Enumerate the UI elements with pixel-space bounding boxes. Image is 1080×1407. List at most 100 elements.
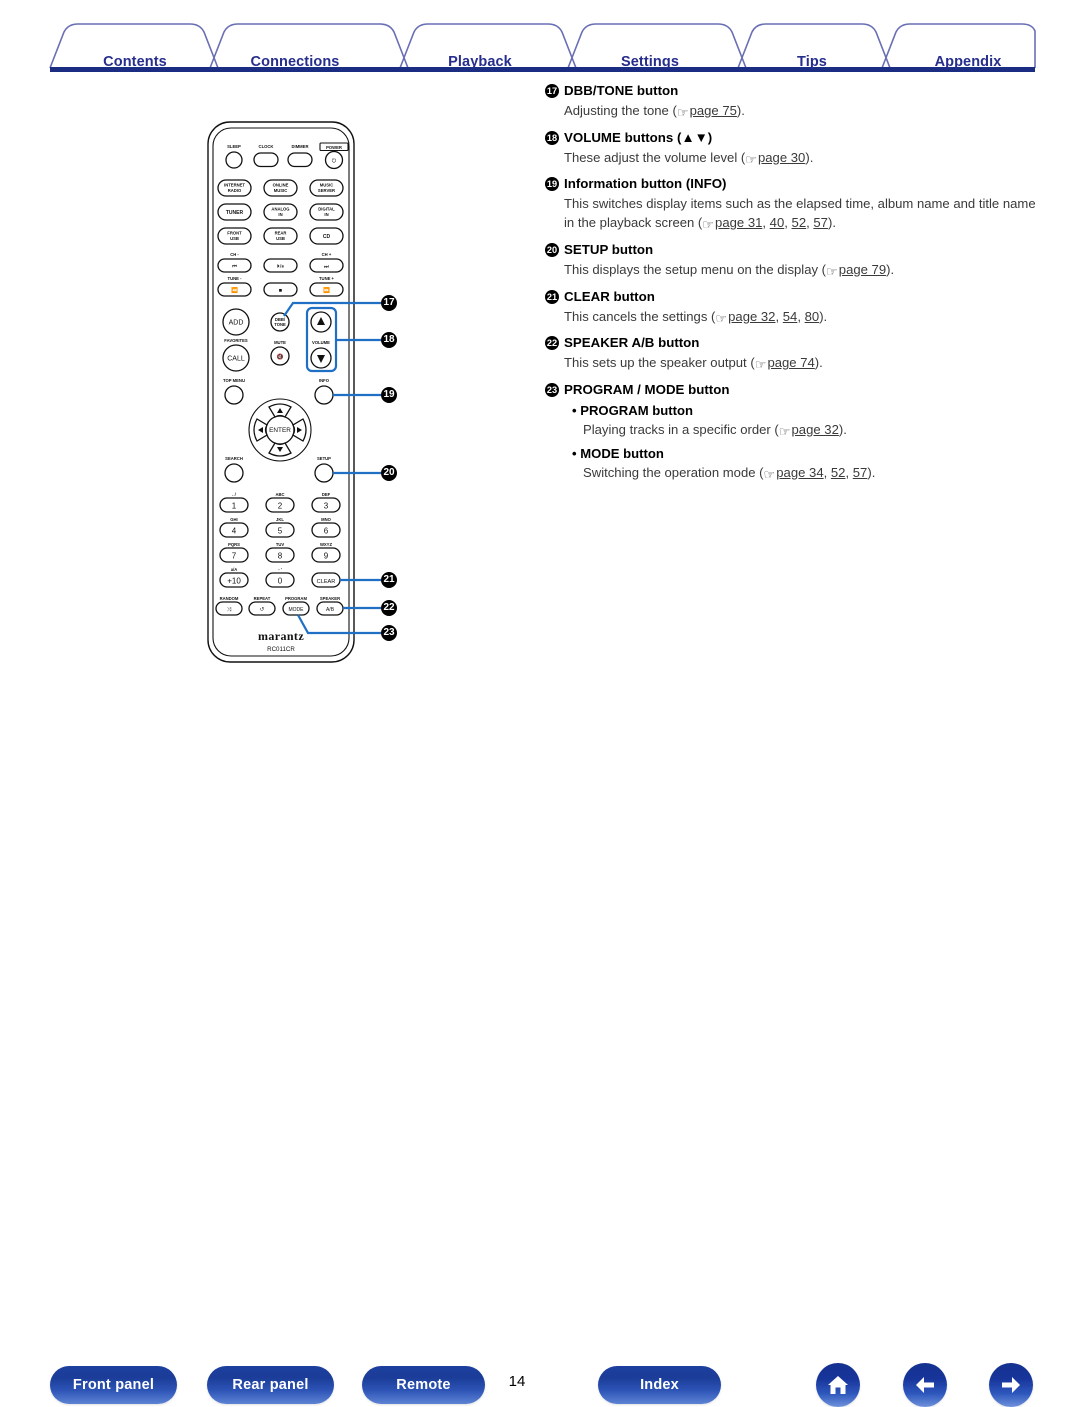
entry-number: 22 — [545, 336, 559, 351]
sub-body-text: Switching the operation mode ( — [583, 464, 764, 480]
forward-arrow-icon — [1002, 1377, 1020, 1393]
svg-text:A/B: A/B — [326, 607, 335, 613]
forward-button[interactable] — [989, 1363, 1033, 1407]
entry-dbb-tone: 17 DBB/TONE button Adjusting the tone (☞… — [545, 82, 1045, 123]
svg-text:a/A: a/A — [231, 567, 238, 572]
page-link[interactable]: 54 — [783, 309, 798, 324]
entry-information: 19 Information button (INFO) This switch… — [545, 175, 1045, 235]
sub-entry-title: PROGRAM button — [572, 402, 1045, 421]
tab-playback[interactable]: Playback — [448, 54, 512, 70]
callout-badge-22: 22 — [381, 600, 397, 616]
front-panel-button[interactable]: Front panel — [50, 1366, 177, 1404]
tab-underline — [50, 67, 1035, 72]
svg-text:REAR: REAR — [275, 231, 287, 236]
svg-text:⤨: ⤨ — [227, 607, 232, 613]
svg-text:CH +: CH + — [322, 252, 332, 257]
svg-text:VOLUME: VOLUME — [312, 340, 330, 345]
entry-heading: 21 CLEAR button — [545, 288, 1045, 307]
svg-text:SPEAKER: SPEAKER — [320, 596, 340, 601]
page-link[interactable]: 57 — [813, 215, 828, 230]
svg-text:CALL: CALL — [227, 356, 245, 363]
svg-text:0: 0 — [278, 577, 283, 586]
button-description-list: 17 DBB/TONE button Adjusting the tone (☞… — [545, 82, 1045, 487]
svg-text:DIMMER: DIMMER — [292, 144, 309, 149]
rear-panel-button[interactable]: Rear panel — [207, 1366, 334, 1404]
svg-text:CH -: CH - — [230, 252, 239, 257]
callout-badge-23: 23 — [381, 625, 397, 641]
svg-text:SETUP: SETUP — [317, 456, 331, 461]
entry-body: These adjust the volume level (☞page 30)… — [564, 149, 1045, 170]
entry-title: Information button (INFO) — [564, 176, 727, 192]
entry-body-tail: ). — [827, 215, 836, 231]
svg-text:🔇: 🔇 — [277, 353, 284, 361]
svg-text:ANALOG: ANALOG — [271, 207, 289, 212]
svg-text:1: 1 — [232, 502, 237, 511]
svg-text:IN: IN — [324, 212, 328, 217]
svg-text:TOP MENU: TOP MENU — [223, 378, 245, 383]
tab-tips[interactable]: Tips — [797, 54, 827, 70]
svg-text:USB: USB — [230, 236, 239, 241]
page-link[interactable]: 80 — [805, 309, 820, 324]
page-link[interactable]: 52 — [792, 215, 807, 230]
entry-heading: 19 Information button (INFO) — [545, 175, 1045, 194]
page-link[interactable]: page 32 — [728, 309, 775, 324]
callout-badge-19: 19 — [381, 387, 397, 403]
page-link[interactable]: 40 — [770, 215, 785, 230]
entry-clear: 21 CLEAR button This cancels the setting… — [545, 288, 1045, 329]
page-link[interactable]: 57 — [853, 465, 868, 480]
page-link[interactable]: page 75 — [690, 103, 737, 118]
back-button[interactable] — [903, 1363, 947, 1407]
index-button[interactable]: Index — [598, 1366, 721, 1404]
entry-program-mode: 23 PROGRAM / MODE button PROGRAM button … — [545, 381, 1045, 484]
entry-heading: 18 VOLUME buttons (▲▼) — [545, 129, 1045, 148]
svg-text:ADD: ADD — [229, 320, 244, 327]
svg-text:DEF: DEF — [322, 492, 331, 497]
page-link[interactable]: page 31 — [715, 215, 762, 230]
svg-text:INFO: INFO — [319, 378, 330, 383]
svg-text:TUNE +: TUNE + — [319, 276, 335, 281]
svg-text:2: 2 — [278, 502, 283, 511]
svg-text:DIGITAL: DIGITAL — [318, 207, 335, 212]
entry-title: SETUP button — [564, 242, 654, 257]
entry-title: SPEAKER A/B button — [564, 335, 700, 351]
svg-text:8: 8 — [278, 552, 283, 561]
remote-button[interactable]: Remote — [362, 1366, 485, 1404]
svg-text:CLOCK: CLOCK — [259, 144, 274, 149]
svg-text:4: 4 — [232, 527, 237, 536]
tab-settings[interactable]: Settings — [621, 54, 679, 70]
tab-appendix[interactable]: Appendix — [935, 54, 1002, 70]
svg-text:⏵/⏸: ⏵/⏸ — [277, 264, 284, 270]
entry-number: 23 — [545, 383, 559, 398]
sub-body-tail: ). — [838, 421, 847, 437]
svg-text:MUTE: MUTE — [274, 340, 286, 345]
tab-contents[interactable]: Contents — [103, 54, 167, 70]
page-link[interactable]: page 74 — [767, 355, 814, 370]
sub-body-text: Playing tracks in a specific order ( — [583, 421, 779, 437]
svg-text:SEARCH: SEARCH — [225, 456, 243, 461]
svg-text:SLEEP: SLEEP — [227, 144, 241, 149]
page-link[interactable]: page 34 — [776, 465, 823, 480]
entry-number: 21 — [545, 289, 559, 304]
page-link[interactable]: page 79 — [839, 262, 886, 277]
svg-text:ABC: ABC — [275, 492, 284, 497]
remote-svg: .bd { fill:none; stroke:#111; stroke-wid… — [207, 121, 386, 663]
svg-text:7: 7 — [232, 552, 237, 561]
callout-badge-21: 21 — [381, 572, 397, 588]
svg-text:GHI: GHI — [230, 517, 237, 522]
svg-text:MUSIC: MUSIC — [274, 188, 288, 193]
page-link[interactable]: 52 — [831, 465, 846, 480]
page-link[interactable]: page 32 — [792, 422, 839, 437]
entry-title: PROGRAM / MODE button — [564, 382, 730, 398]
svg-text:REPEAT: REPEAT — [254, 596, 271, 601]
entry-body: This cancels the settings (☞page 32, 54,… — [564, 308, 1045, 329]
tab-connections[interactable]: Connections — [251, 54, 340, 70]
svg-text:3: 3 — [324, 502, 329, 511]
back-arrow-icon — [916, 1377, 934, 1393]
home-button[interactable] — [816, 1363, 860, 1407]
svg-text:- ': - ' — [278, 567, 282, 572]
page-link[interactable]: page 30 — [758, 150, 805, 165]
svg-text:. /: . / — [232, 492, 236, 497]
home-icon — [828, 1376, 848, 1394]
sub-entry-body: Switching the operation mode (☞page 34, … — [583, 464, 1045, 485]
svg-text:TUV: TUV — [276, 542, 285, 547]
